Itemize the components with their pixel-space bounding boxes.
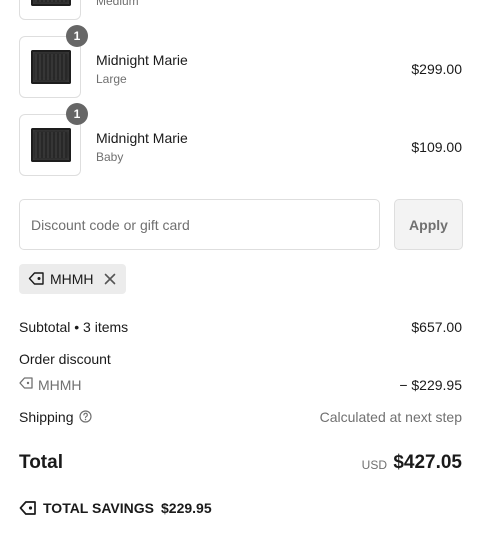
subtotal-label: Subtotal • 3 items — [19, 319, 129, 335]
quantity-badge: 1 — [66, 25, 88, 47]
product-price: $299.00 — [411, 61, 462, 77]
product-variant: Baby — [96, 150, 124, 164]
total-savings-value: $229.95 — [161, 500, 212, 516]
product-image — [31, 0, 71, 6]
discount-code-label: MHMH — [38, 377, 82, 393]
product-name: Midnight Marie — [96, 130, 188, 146]
applied-discount-chip: MHMH — [19, 264, 126, 294]
product-thumbnail — [19, 0, 81, 20]
currency-code: USD — [361, 458, 387, 472]
apply-discount-button[interactable]: Apply — [394, 199, 463, 250]
tag-icon — [19, 501, 36, 515]
product-variant: Large — [96, 72, 127, 86]
product-image — [31, 128, 71, 162]
shipping-value: Calculated at next step — [319, 409, 462, 425]
tag-icon — [28, 272, 44, 285]
product-name: Midnight Marie — [96, 52, 188, 68]
help-circle-icon[interactable] — [79, 410, 92, 423]
discount-code-input[interactable] — [19, 199, 380, 250]
subtotal-value: $657.00 — [411, 319, 462, 335]
shipping-label: Shipping — [19, 409, 74, 425]
total-savings-label: TOTAL SAVINGS — [43, 500, 154, 516]
discount-value: − $229.95 — [399, 377, 462, 393]
total-label: Total — [19, 452, 63, 473]
tag-icon — [19, 377, 33, 389]
applied-discount-code: MHMH — [50, 271, 94, 287]
close-icon[interactable] — [104, 273, 116, 285]
product-image — [31, 50, 71, 84]
product-variant: Medium — [96, 0, 139, 8]
order-discount-label: Order discount — [19, 351, 111, 367]
product-price: $109.00 — [411, 139, 462, 155]
quantity-badge: 1 — [66, 103, 88, 125]
total-value: $427.05 — [393, 452, 462, 473]
